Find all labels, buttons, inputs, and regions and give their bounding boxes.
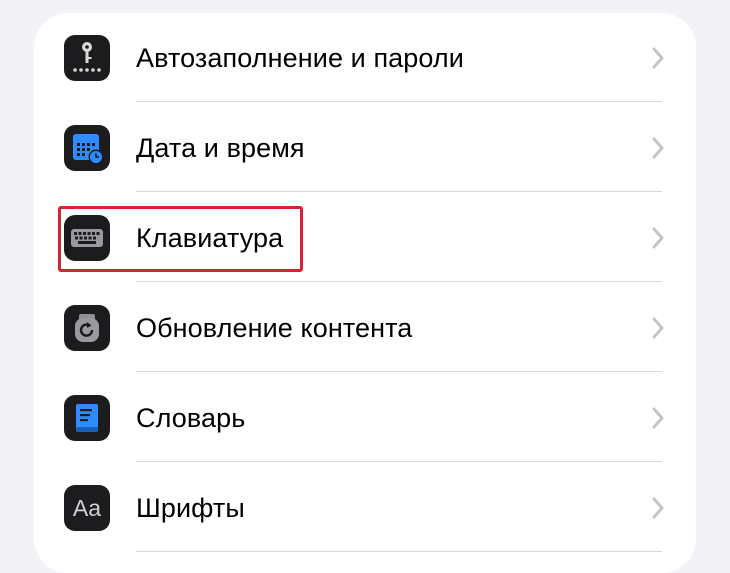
chevron-right-icon xyxy=(652,47,664,69)
row-separator xyxy=(136,281,662,282)
settings-row-background-refresh[interactable]: Обновление контента xyxy=(34,283,696,373)
keyboard-row-highlight-box xyxy=(58,206,303,272)
settings-row-label: Автозаполнение и пароли xyxy=(136,43,464,73)
settings-card: Автозаполнение и пароли Дата и время Кла… xyxy=(34,13,696,573)
calendar-clock-icon xyxy=(64,125,110,171)
row-separator xyxy=(136,101,662,102)
chevron-right-icon xyxy=(652,497,664,519)
chevron-right-icon xyxy=(652,137,664,159)
chevron-right-icon xyxy=(652,407,664,429)
key-dots-icon xyxy=(64,35,110,81)
settings-row-date-time[interactable]: Дата и время xyxy=(34,103,696,193)
settings-row-autofill-passwords[interactable]: Автозаполнение и пароли xyxy=(34,13,696,103)
settings-row-label: Дата и время xyxy=(136,133,305,163)
refresh-app-icon xyxy=(64,305,110,351)
settings-row-label: Обновление контента xyxy=(136,313,413,343)
row-separator xyxy=(136,191,662,192)
settings-row-label: Словарь xyxy=(136,403,246,433)
chevron-right-icon xyxy=(652,227,664,249)
chevron-right-icon xyxy=(652,317,664,339)
dictionary-book-icon xyxy=(64,395,110,441)
row-separator xyxy=(136,461,662,462)
settings-row-label: Шрифты xyxy=(136,493,245,523)
row-separator xyxy=(136,371,662,372)
fonts-icon-glyph: Aa xyxy=(72,494,102,521)
settings-row-fonts[interactable]: Aa Шрифты xyxy=(34,463,696,553)
fonts-icon: Aa xyxy=(64,485,110,531)
settings-row-dictionary[interactable]: Словарь xyxy=(34,373,696,463)
